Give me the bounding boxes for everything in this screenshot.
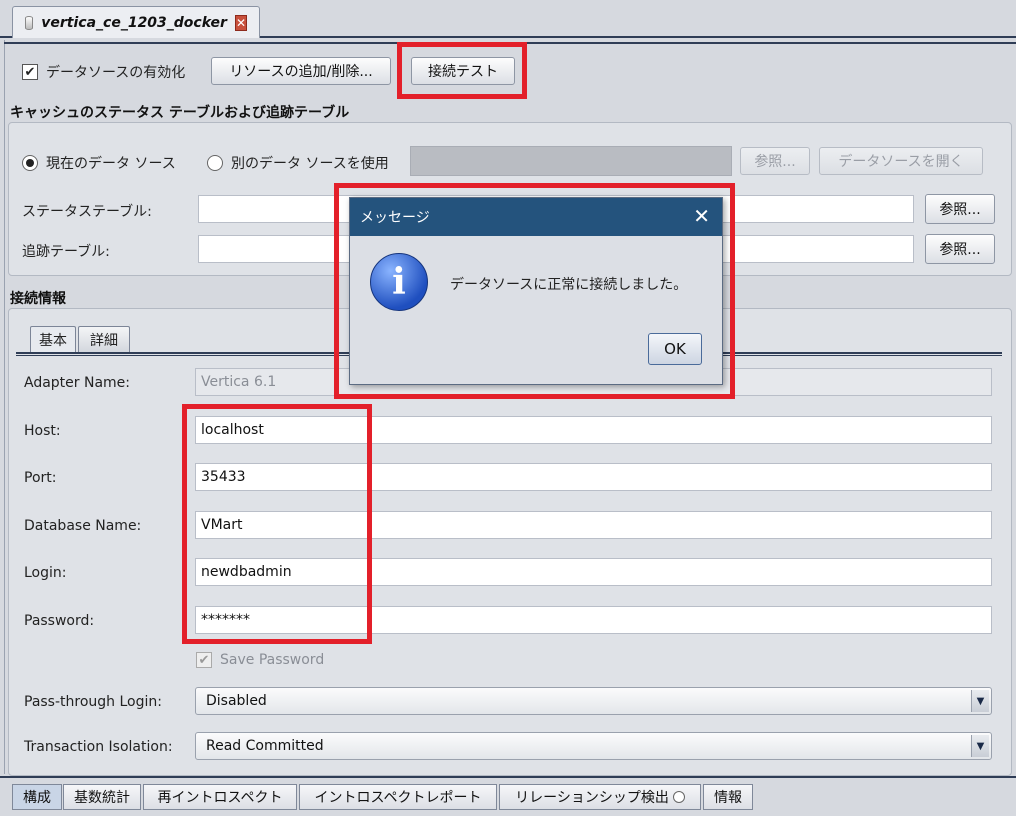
- transaction-isolation-value: Read Committed: [206, 738, 324, 754]
- browse-datasource-button: 参照...: [740, 147, 810, 175]
- highlight-connection-fields: [182, 404, 372, 644]
- adapter-name-label: Adapter Name:: [24, 375, 131, 391]
- tracking-table-browse-button[interactable]: 参照...: [925, 234, 995, 264]
- radio-current-datasource[interactable]: 現在のデータ ソース: [22, 153, 176, 173]
- login-label: Login:: [24, 565, 67, 581]
- password-label: Password:: [24, 613, 95, 629]
- status-table-label: ステータステーブル:: [22, 204, 152, 220]
- bottom-tabstrip: 構成 基数統計 再イントロスペクト イントロスペクトレポート リレーションシップ…: [0, 776, 1016, 816]
- enable-datasource-label: データソースの有効化: [46, 65, 186, 81]
- passthrough-login-select[interactable]: Disabled ▼: [195, 687, 992, 715]
- transaction-isolation-select[interactable]: Read Committed ▼: [195, 732, 992, 760]
- tab-introspect-report[interactable]: イントロスペクトレポート: [299, 784, 497, 810]
- enable-datasource-toggle[interactable]: ✔ データソースの有効化: [22, 62, 185, 82]
- document-tab[interactable]: vertica_ce_1203_docker ✕: [12, 6, 260, 38]
- radio-other-label: 別のデータ ソースを使用: [231, 156, 389, 172]
- highlight-test-button: [397, 42, 527, 99]
- status-indicator-icon: [672, 791, 685, 803]
- tab-detail[interactable]: 詳細: [78, 326, 130, 352]
- passthrough-login-label: Pass-through Login:: [24, 694, 162, 710]
- host-label: Host:: [24, 423, 61, 439]
- database-icon: [25, 15, 34, 30]
- enable-datasource-checkbox[interactable]: ✔: [22, 64, 38, 80]
- port-label: Port:: [24, 470, 57, 486]
- tab-info[interactable]: 情報: [703, 784, 753, 810]
- chevron-down-icon[interactable]: ▼: [971, 690, 989, 712]
- radio-current-button[interactable]: [22, 155, 38, 171]
- chevron-down-icon[interactable]: ▼: [971, 735, 989, 757]
- other-datasource-field: [410, 146, 732, 176]
- cache-section-title: キャッシュのステータス テーブルおよび追跡テーブル: [10, 105, 350, 121]
- radio-other-button[interactable]: [207, 155, 223, 171]
- save-password-toggle: ✔ Save Password: [196, 652, 324, 668]
- tab-cardinality[interactable]: 基数統計: [63, 784, 141, 810]
- tab-configuration[interactable]: 構成: [12, 784, 62, 810]
- transaction-isolation-label: Transaction Isolation:: [24, 739, 173, 755]
- tab-relationship-detect[interactable]: リレーションシップ検出: [499, 784, 701, 810]
- radio-other-datasource[interactable]: 別のデータ ソースを使用: [207, 153, 389, 173]
- passthrough-login-value: Disabled: [206, 693, 267, 709]
- highlight-dialog: [334, 183, 735, 399]
- save-password-label: Save Password: [220, 652, 325, 668]
- open-datasource-button: データソースを開く: [819, 147, 983, 175]
- tab-basic[interactable]: 基本: [30, 326, 76, 352]
- status-table-browse-button[interactable]: 参照...: [925, 194, 995, 224]
- database-name-label: Database Name:: [24, 518, 142, 534]
- radio-current-label: 現在のデータ ソース: [46, 156, 176, 172]
- tracking-table-label: 追跡テーブル:: [22, 244, 110, 260]
- connection-section-title: 接続情報: [10, 291, 66, 307]
- relationship-detect-label: リレーションシップ検出: [515, 790, 669, 806]
- document-tab-title: vertica_ce_1203_docker: [41, 14, 227, 31]
- close-tab-icon[interactable]: ✕: [234, 14, 247, 31]
- add-remove-resources-button[interactable]: リソースの追加/削除...: [211, 57, 391, 85]
- tab-reintrospect[interactable]: 再イントロスペクト: [143, 784, 297, 810]
- save-password-checkbox: ✔: [196, 652, 212, 668]
